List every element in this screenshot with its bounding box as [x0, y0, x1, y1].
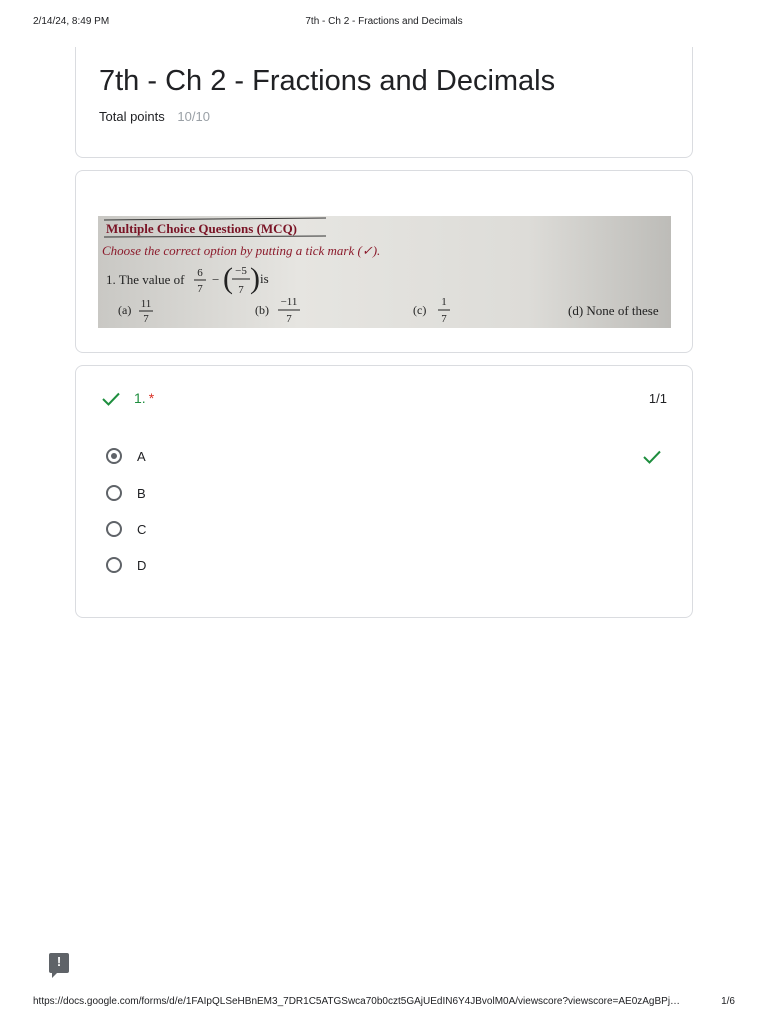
question-card: 1. * 1/1 A B C D — [75, 365, 693, 618]
option-label: A — [137, 449, 146, 464]
frac1-denominator: 7 — [197, 283, 203, 295]
radio-button[interactable] — [106, 521, 122, 537]
print-url: https://docs.google.com/forms/d/e/1FAIpQ… — [33, 996, 681, 1007]
option-label: C — [137, 522, 147, 537]
option-b-label: (b) — [255, 303, 269, 317]
required-asterisk: * — [148, 390, 155, 406]
frac1-numerator: 6 — [197, 267, 203, 279]
option-b-numerator: −11 — [281, 296, 298, 308]
option-c[interactable]: C — [106, 520, 666, 542]
print-header: 2/14/24, 8:49 PM 7th - Ch 2 - Fractions … — [33, 16, 735, 30]
feedback-icon-glyph: ! — [56, 954, 62, 969]
option-d[interactable]: D — [106, 556, 666, 578]
check-icon — [643, 450, 661, 464]
right-paren: ) — [250, 262, 260, 295]
total-points-value: 10/10 — [177, 109, 210, 124]
option-label: D — [137, 558, 147, 573]
print-title: 7th - Ch 2 - Fractions and Decimals — [305, 16, 463, 27]
feedback-icon[interactable]: ! — [49, 953, 69, 978]
option-a-numerator: 11 — [141, 298, 152, 310]
radio-button-selected[interactable] — [106, 448, 122, 464]
mcq-photo: Multiple Choice Questions (MCQ) Choose t… — [98, 216, 671, 328]
question-score: 1/1 — [648, 391, 667, 406]
form-title-card: 7th - Ch 2 - Fractions and Decimals Tota… — [75, 47, 693, 158]
question-title: 1. * — [134, 390, 154, 406]
option-d-text: (d) None of these — [568, 303, 659, 318]
form-title: 7th - Ch 2 - Fractions and Decimals — [99, 65, 556, 97]
total-points: Total points 10/10 — [99, 109, 210, 124]
frac2-numerator: −5 — [235, 265, 247, 277]
radio-button[interactable] — [106, 557, 122, 573]
page-number: 1/6 — [721, 996, 735, 1007]
option-c-numerator: 1 — [441, 296, 447, 308]
left-paren: ( — [223, 262, 233, 295]
radio-button[interactable] — [106, 485, 122, 501]
question-prefix: 1. The value of — [106, 272, 185, 287]
mcq-photo-svg: Multiple Choice Questions (MCQ) Choose t… — [98, 216, 671, 328]
option-b[interactable]: B — [106, 484, 666, 506]
print-footer: https://docs.google.com/forms/d/e/1FAIpQ… — [33, 996, 735, 1010]
check-icon — [102, 392, 120, 406]
question-number: 1. — [134, 390, 146, 406]
option-b-denominator: 7 — [286, 313, 292, 325]
total-points-label: Total points — [99, 109, 165, 124]
mcq-heading: Multiple Choice Questions (MCQ) — [106, 221, 297, 236]
mcq-instruction: Choose the correct option by putting a t… — [102, 243, 380, 258]
option-a-label: (a) — [118, 303, 131, 317]
option-c-label: (c) — [413, 303, 426, 317]
option-a-denominator: 7 — [143, 313, 149, 325]
question-suffix: is — [260, 271, 269, 286]
minus-sign: − — [212, 272, 219, 287]
option-label: B — [137, 486, 146, 501]
option-c-denominator: 7 — [441, 313, 447, 325]
frac2-denominator: 7 — [238, 284, 244, 296]
option-a[interactable]: A — [106, 447, 666, 469]
question-image-card: Multiple Choice Questions (MCQ) Choose t… — [75, 170, 693, 353]
